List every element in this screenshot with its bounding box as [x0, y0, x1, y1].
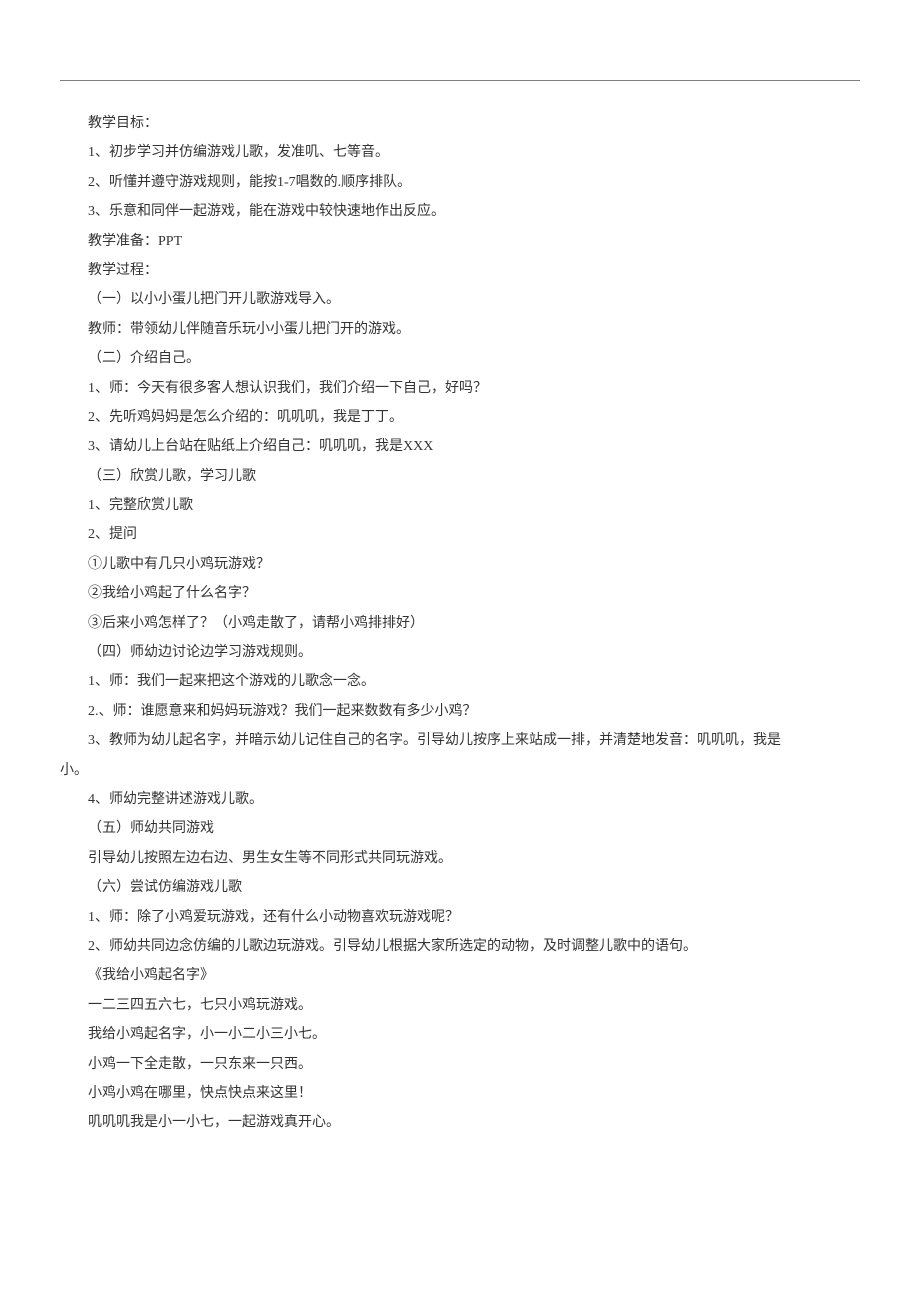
text-line: 我给小鸡起名字，小一小二小三小七。: [60, 1020, 860, 1049]
text-line: 4、师幼完整讲述游戏儿歌。: [60, 785, 860, 814]
text-line: 2、听懂并遵守游戏规则，能按1-7唱数的.顺序排队。: [60, 168, 860, 197]
text-line: 2.、师：谁愿意来和妈妈玩游戏？我们一起来数数有多少小鸡？: [60, 697, 860, 726]
text-line: 1、师：我们一起来把这个游戏的儿歌念一念。: [60, 667, 860, 696]
text-line: 1、师：今天有很多客人想认识我们，我们介绍一下自己，好吗？: [60, 374, 860, 403]
text-line: 叽叽叽我是小一小七，一起游戏真开心。: [60, 1108, 860, 1137]
text-line: 3、教师为幼儿起名字，并暗示幼儿记住自己的名字。引导幼儿按序上来站成一排，并清楚…: [60, 726, 860, 755]
text-line: 教学目标：: [60, 109, 860, 138]
text-line: 一二三四五六七，七只小鸡玩游戏。: [60, 991, 860, 1020]
text-line: 2、先听鸡妈妈是怎么介绍的：叽叽叽，我是丁丁。: [60, 403, 860, 432]
text-line: 1、完整欣赏儿歌: [60, 491, 860, 520]
text-line: 2、师幼共同边念仿编的儿歌边玩游戏。引导幼儿根据大家所选定的动物，及时调整儿歌中…: [60, 932, 860, 961]
text-line: 引导幼儿按照左边右边、男生女生等不同形式共同玩游戏。: [60, 844, 860, 873]
text-line: 小鸡小鸡在哪里，快点快点来这里！: [60, 1079, 860, 1108]
text-line: 3、请幼儿上台站在贴纸上介绍自己：叽叽叽，我是XXX: [60, 432, 860, 461]
text-line: 3、乐意和同伴一起游戏，能在游戏中较快速地作出反应。: [60, 197, 860, 226]
text-line: ②我给小鸡起了什么名字？: [60, 579, 860, 608]
text-line: 1、初步学习并仿编游戏儿歌，发准叽、七等音。: [60, 138, 860, 167]
text-line: 小。: [60, 756, 860, 785]
text-line: ③后来小鸡怎样了？（小鸡走散了，请帮小鸡排排好）: [60, 609, 860, 638]
text-line: 小鸡一下全走散，一只东来一只西。: [60, 1050, 860, 1079]
text-line: （一）以小小蛋儿把门开儿歌游戏导入。: [60, 285, 860, 314]
document-content: 教学目标： 1、初步学习并仿编游戏儿歌，发准叽、七等音。 2、听懂并遵守游戏规则…: [60, 109, 860, 1138]
horizontal-divider: [60, 80, 860, 81]
text-line: （三）欣赏儿歌，学习儿歌: [60, 462, 860, 491]
text-line: 教学准备：PPT: [60, 227, 860, 256]
text-line: ①儿歌中有几只小鸡玩游戏？: [60, 550, 860, 579]
text-line: 2、提问: [60, 520, 860, 549]
text-line: 《我给小鸡起名字》: [60, 961, 860, 990]
text-line: （五）师幼共同游戏: [60, 814, 860, 843]
text-line: （四）师幼边讨论边学习游戏规则。: [60, 638, 860, 667]
text-line: （六）尝试仿编游戏儿歌: [60, 873, 860, 902]
text-line: 教学过程：: [60, 256, 860, 285]
text-line: 1、师：除了小鸡爱玩游戏，还有什么小动物喜欢玩游戏呢？: [60, 903, 860, 932]
text-line: 教师：带领幼儿伴随音乐玩小小蛋儿把门开的游戏。: [60, 315, 860, 344]
text-line: （二）介绍自己。: [60, 344, 860, 373]
